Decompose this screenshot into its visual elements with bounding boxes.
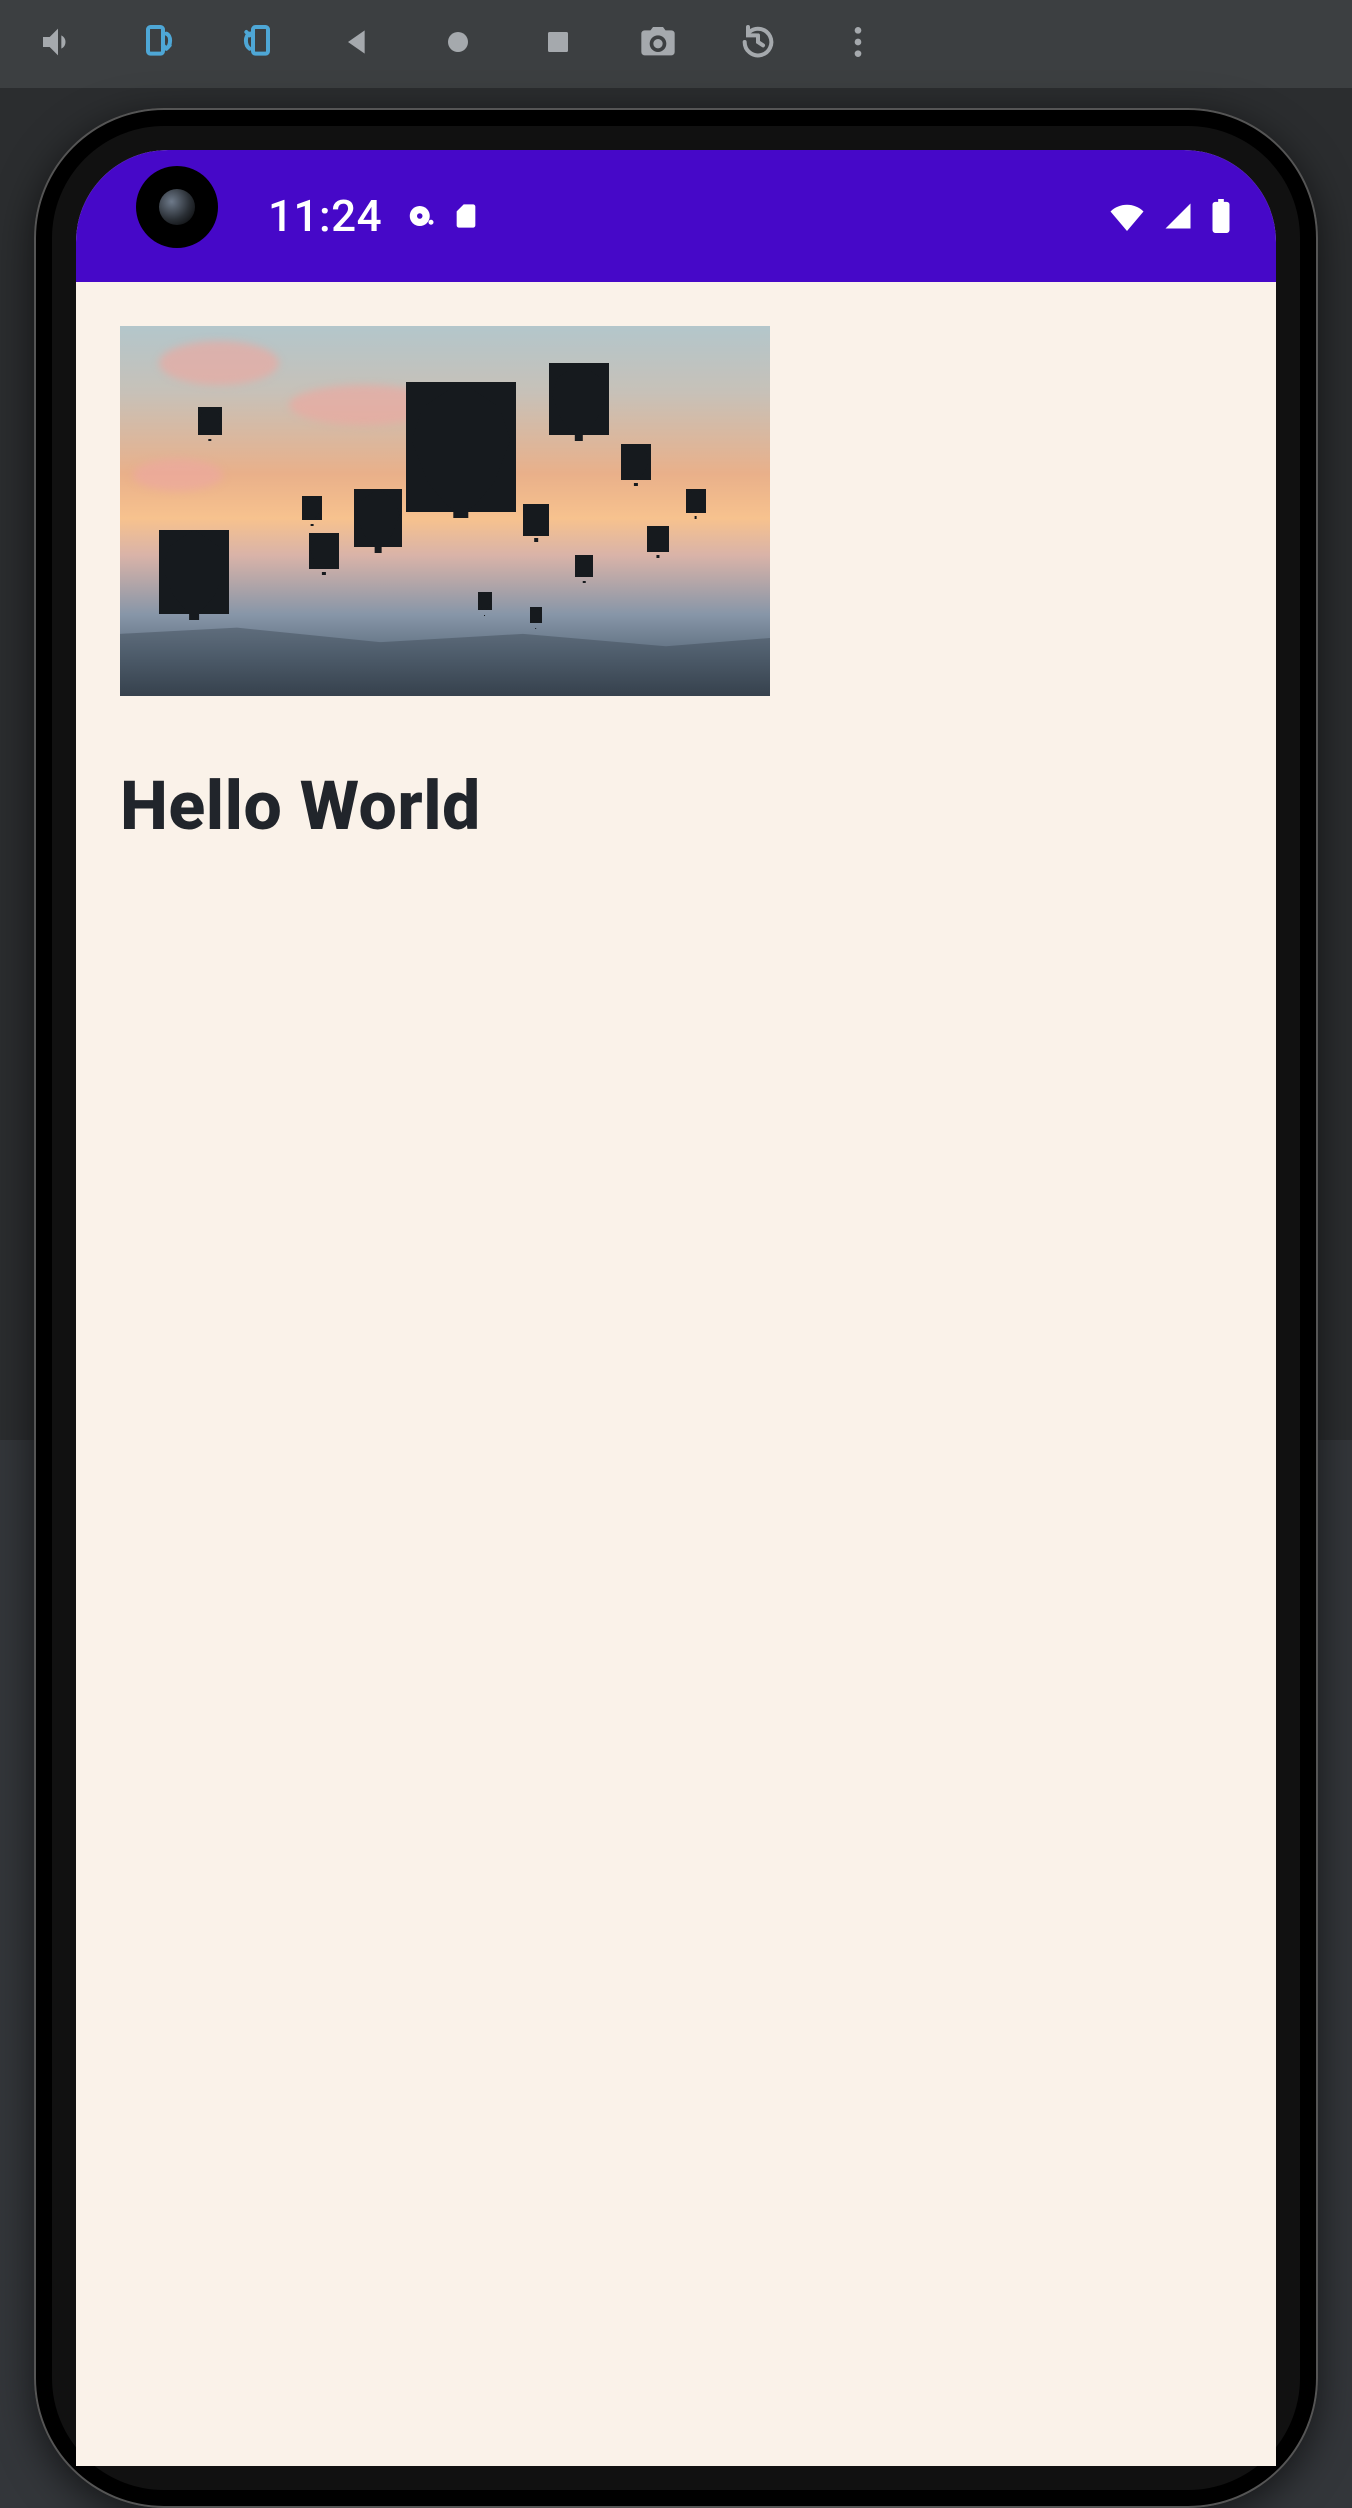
balloon-icon [159,530,229,614]
android-status-bar: 11:24 [76,150,1276,282]
camera-icon [638,22,678,66]
balloon-icon [647,526,669,552]
snapshot-button[interactable] [708,0,808,88]
balloon-icon [354,489,402,547]
balloon-icon [621,444,651,480]
rotate-right-icon [238,22,278,66]
balloon-icon [478,592,492,610]
overview-button[interactable] [508,0,608,88]
balloon-icon [309,533,339,569]
rotate-left-button[interactable] [108,0,208,88]
volume-button[interactable] [8,0,108,88]
sd-card-icon [452,200,480,232]
device-frame: 11:24 [34,108,1318,2508]
app-content: Hello World [76,282,1276,2466]
status-bar-right [1108,199,1232,233]
signal-icon [1162,201,1194,231]
balloon-icon [549,363,609,435]
back-button[interactable] [308,0,408,88]
balloon-icon [198,407,222,435]
more-button[interactable] [808,0,908,88]
balloon-icon [523,504,549,536]
battery-icon [1210,199,1232,233]
status-bar-left: 11:24 [268,190,480,242]
more-vert-icon [838,22,878,66]
balloon-icon [530,607,542,623]
camera-punch-hole [136,166,218,248]
emulator-toolbar [0,0,1352,88]
wifi-icon [1108,201,1146,231]
hero-image [120,326,770,696]
home-button[interactable] [408,0,508,88]
screenshot-button[interactable] [608,0,708,88]
balloon-icon [575,555,593,577]
status-clock: 11:24 [268,190,382,242]
page-heading: Hello World [120,766,1232,846]
balloon-icon [686,489,706,513]
overview-icon [538,22,578,66]
device-bezel: 11:24 [52,126,1300,2490]
home-icon [438,22,478,66]
emulator-stage: 11:24 [0,88,1352,1440]
device-screen: 11:24 [76,150,1276,2466]
volume-icon [38,22,78,66]
rotate-right-button[interactable] [208,0,308,88]
rotate-left-icon [138,22,178,66]
back-icon [338,22,378,66]
snapshot-icon [738,22,778,66]
balloon-icon [406,382,516,512]
balloon-icon [302,496,322,520]
disc-icon [406,201,436,231]
